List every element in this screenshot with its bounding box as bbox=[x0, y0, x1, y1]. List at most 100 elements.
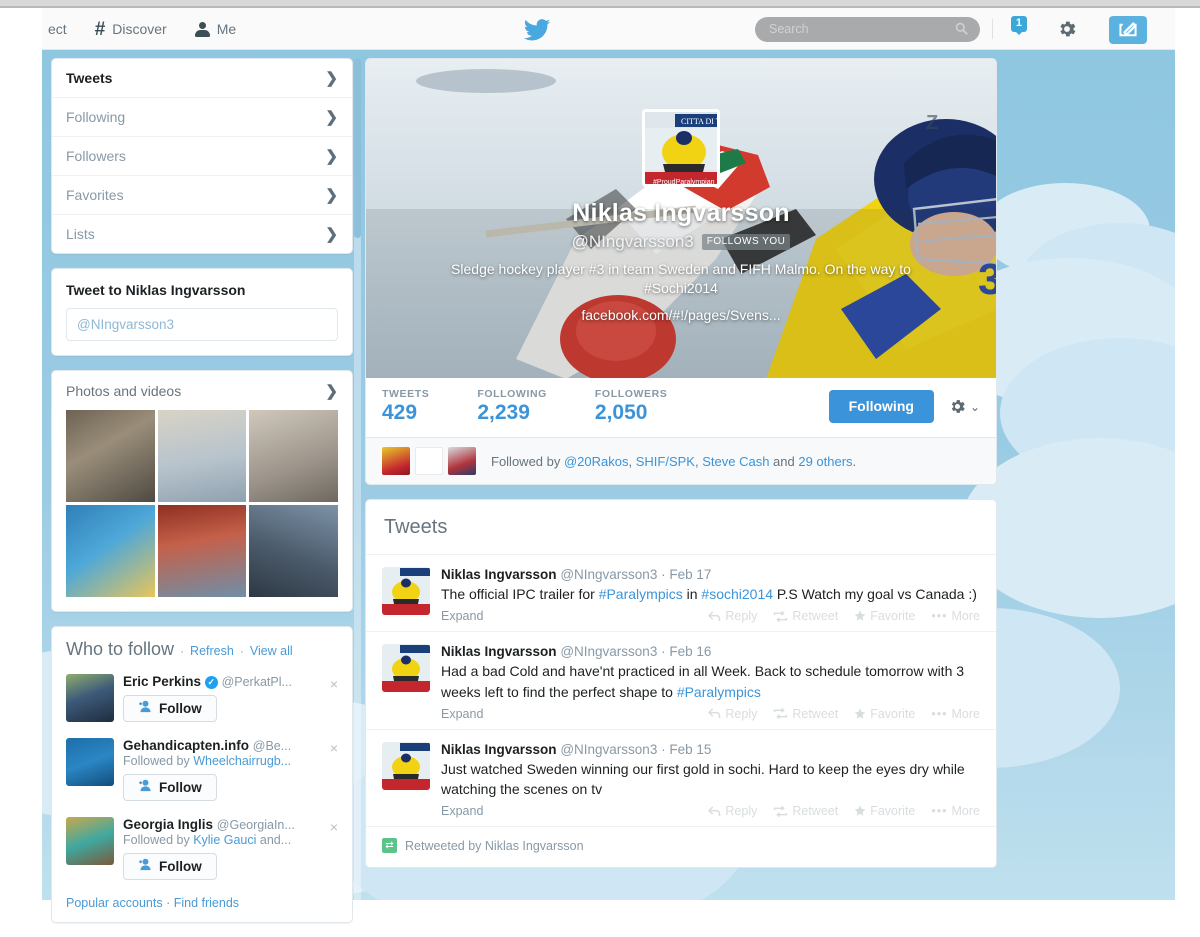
avatar[interactable] bbox=[66, 738, 114, 786]
gear-icon[interactable] bbox=[1056, 18, 1078, 40]
favorite-action[interactable]: Favorite bbox=[854, 609, 915, 623]
photo-thumbnail[interactable] bbox=[157, 410, 247, 502]
stat-following[interactable]: FOLLOWING 2,239 bbox=[477, 388, 547, 425]
suggestion-context-link[interactable]: Wheelchairrugb... bbox=[193, 754, 291, 768]
followed-by-link[interactable]: Steve Cash bbox=[702, 454, 769, 469]
sidebar-item-tweets[interactable]: Tweets ❯ bbox=[52, 59, 352, 98]
followed-by-link[interactable]: SHIF/SPK bbox=[636, 454, 695, 469]
tweet-timestamp[interactable]: Feb 17 bbox=[669, 567, 711, 582]
avatar[interactable] bbox=[415, 447, 443, 475]
sidebar-item-favorites[interactable]: Favorites ❯ bbox=[52, 176, 352, 215]
more-action[interactable]: ••• More bbox=[931, 609, 980, 623]
popular-accounts-link[interactable]: Popular accounts bbox=[66, 896, 163, 910]
stat-value-tweets: 429 bbox=[382, 401, 418, 424]
view-all-link[interactable]: View all bbox=[250, 644, 293, 658]
compose-tweet-button[interactable] bbox=[1109, 16, 1147, 44]
tweet-author-name[interactable]: Niklas Ingvarsson bbox=[441, 742, 557, 757]
search-placeholder: Search bbox=[769, 22, 809, 36]
tweet-author-name[interactable]: Niklas Ingvarsson bbox=[441, 567, 557, 582]
expand-link[interactable]: Expand bbox=[441, 804, 483, 818]
refresh-link[interactable]: Refresh bbox=[190, 644, 234, 658]
tweet-author-name[interactable]: Niklas Ingvarsson bbox=[441, 644, 557, 659]
profile-link[interactable]: facebook.com/#!/pages/Svens... bbox=[366, 307, 996, 323]
tweet-text: Had a bad Cold and have'nt practiced in … bbox=[441, 661, 980, 702]
more-action[interactable]: ••• More bbox=[931, 707, 980, 721]
photo-thumbnail[interactable] bbox=[249, 505, 338, 597]
favorite-action[interactable]: Favorite bbox=[854, 804, 915, 818]
chevron-right-icon: ❯ bbox=[325, 383, 338, 400]
suggestion-handle: @Be... bbox=[252, 739, 292, 753]
nav-item-me[interactable]: Me bbox=[181, 8, 250, 50]
find-friends-link[interactable]: Find friends bbox=[174, 896, 239, 910]
tweet-item: Niklas Ingvarsson @NIngvarsson3 · Feb 17… bbox=[366, 555, 996, 633]
notification-badge[interactable]: 1 bbox=[1010, 16, 1027, 35]
retweet-action[interactable]: Retweet bbox=[773, 707, 838, 721]
hashtag-link[interactable]: #Paralympics bbox=[599, 586, 683, 602]
tweet-text-part: P.S Watch my goal vs Canada :) bbox=[773, 586, 977, 602]
following-button[interactable]: Following bbox=[828, 390, 934, 423]
tweet-timestamp[interactable]: Feb 15 bbox=[669, 742, 711, 757]
hashtag-link[interactable]: #sochi2014 bbox=[701, 586, 773, 602]
profile-avatar[interactable]: CITTA DI T #ProudParalympian bbox=[642, 109, 720, 187]
avatar[interactable] bbox=[448, 447, 476, 475]
dismiss-suggestion-icon[interactable]: × bbox=[330, 740, 338, 756]
reply-action[interactable]: Reply bbox=[708, 804, 757, 818]
hashtag-link[interactable]: #Paralympics bbox=[677, 684, 761, 700]
favorite-action[interactable]: Favorite bbox=[854, 707, 915, 721]
suggestion-name[interactable]: Gehandicapten.info bbox=[123, 738, 249, 753]
avatar[interactable] bbox=[382, 644, 430, 693]
profile-actions-menu[interactable]: ⌄ bbox=[948, 397, 980, 416]
expand-link[interactable]: Expand bbox=[441, 707, 483, 721]
photo-thumbnail[interactable] bbox=[157, 505, 247, 597]
nav-item-discover[interactable]: # Discover bbox=[81, 8, 181, 50]
suggestion-handle: @GeorgiaIn... bbox=[216, 818, 295, 832]
retweet-action[interactable]: Retweet bbox=[773, 609, 838, 623]
more-label: More bbox=[951, 804, 980, 819]
sidebar-item-following[interactable]: Following ❯ bbox=[52, 98, 352, 137]
nav-item-connect[interactable]: ect bbox=[48, 8, 81, 50]
profile-nav-card: Tweets ❯ Following ❯ Followers ❯ Favorit… bbox=[51, 58, 353, 254]
suggestion-context-prefix: Followed by bbox=[123, 833, 194, 847]
followed-by-link[interactable]: @20Rakos bbox=[564, 454, 629, 469]
dismiss-suggestion-icon[interactable]: × bbox=[330, 819, 338, 835]
dismiss-suggestion-icon[interactable]: × bbox=[330, 676, 338, 692]
sidebar-item-lists[interactable]: Lists ❯ bbox=[52, 215, 352, 253]
avatar[interactable] bbox=[66, 674, 114, 722]
follow-button[interactable]: Follow bbox=[123, 853, 217, 880]
suggestion-name[interactable]: Georgia Inglis bbox=[123, 817, 213, 832]
tweet-separator: · bbox=[661, 741, 666, 757]
stat-tweets[interactable]: TWEETS 429 bbox=[382, 388, 429, 425]
photo-thumbnail[interactable] bbox=[66, 410, 155, 502]
photo-thumbnail[interactable] bbox=[249, 410, 338, 502]
avatar[interactable] bbox=[382, 447, 410, 475]
avatar[interactable] bbox=[66, 817, 114, 865]
photo-thumbnail[interactable] bbox=[66, 505, 155, 597]
avatar[interactable] bbox=[382, 567, 430, 615]
suggestion-context-link[interactable]: Kylie Gauci bbox=[193, 833, 256, 847]
more-action[interactable]: ••• More bbox=[931, 804, 980, 818]
stat-followers[interactable]: FOLLOWERS 2,050 bbox=[595, 388, 667, 425]
profile-handle: @NIngvarsson3 bbox=[571, 232, 694, 251]
search-input[interactable]: Search bbox=[755, 17, 980, 42]
reply-icon bbox=[708, 708, 721, 719]
follow-button[interactable]: Follow bbox=[123, 774, 217, 801]
follow-button[interactable]: Follow bbox=[123, 695, 217, 722]
suggestion-name[interactable]: Eric Perkins bbox=[123, 674, 201, 689]
avatar[interactable] bbox=[382, 741, 430, 790]
photos-header[interactable]: Photos and videos ❯ bbox=[52, 371, 352, 410]
tweet-compose-input[interactable] bbox=[66, 308, 338, 341]
tweet-author-handle: @NIngvarsson3 bbox=[560, 567, 658, 582]
hash-icon: # bbox=[94, 18, 106, 40]
expand-link[interactable]: Expand bbox=[441, 609, 483, 623]
stat-value-following: 2,239 bbox=[477, 401, 530, 424]
tweet-timestamp[interactable]: Feb 16 bbox=[669, 644, 711, 659]
followed-by-others-link[interactable]: 29 others bbox=[798, 454, 852, 469]
tweet-text-part: in bbox=[682, 586, 702, 602]
sidebar-item-followers[interactable]: Followers ❯ bbox=[52, 137, 352, 176]
follow-button-label: Follow bbox=[159, 700, 202, 716]
sidebar-scrollbar[interactable] bbox=[354, 58, 361, 903]
retweet-action[interactable]: Retweet bbox=[773, 804, 838, 818]
twitter-bird-icon[interactable] bbox=[523, 19, 551, 41]
reply-action[interactable]: Reply bbox=[708, 707, 757, 721]
reply-action[interactable]: Reply bbox=[708, 609, 757, 623]
